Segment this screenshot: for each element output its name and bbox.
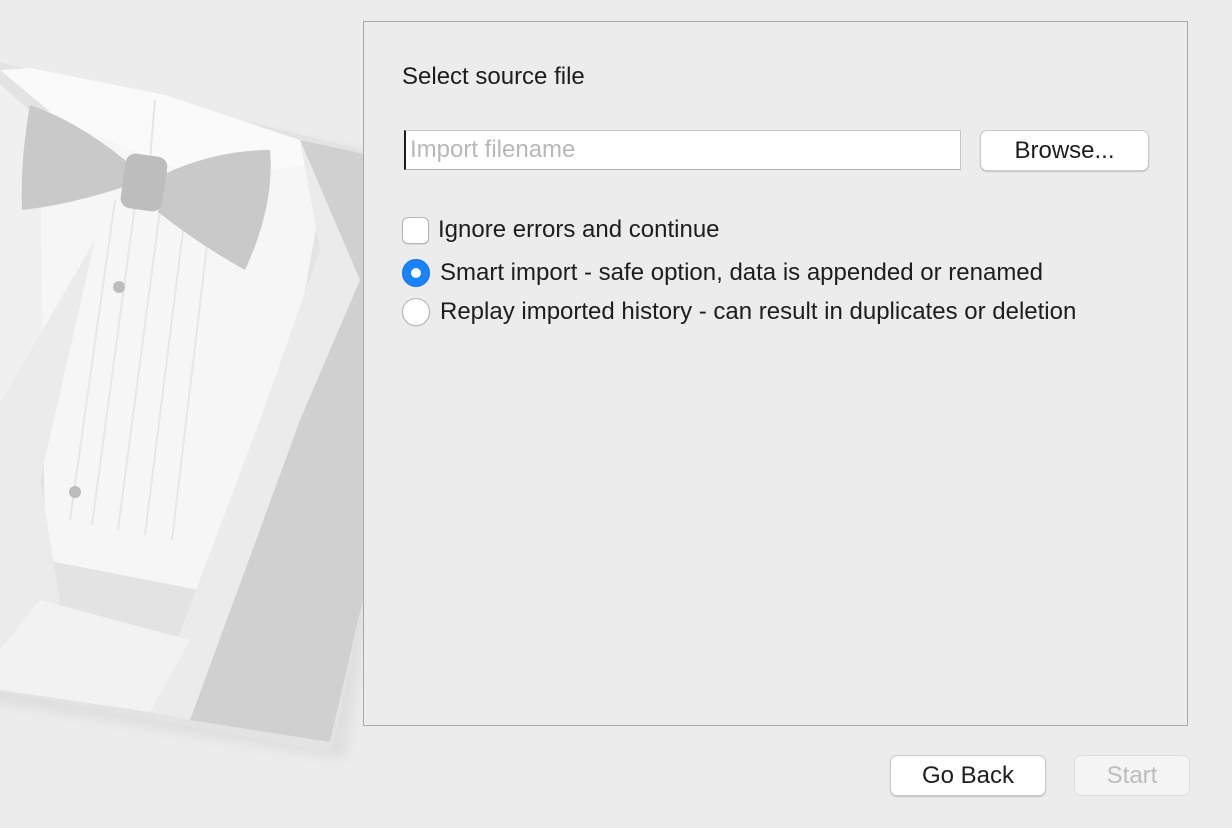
- start-button[interactable]: Start: [1074, 755, 1190, 796]
- ignore-errors-checkbox[interactable]: [402, 216, 429, 244]
- browse-button[interactable]: Browse...: [980, 130, 1149, 171]
- ignore-errors-option[interactable]: Ignore errors and continue: [402, 215, 720, 245]
- replay-history-label: Replay imported history - can result in …: [440, 298, 1077, 325]
- smart-import-radio[interactable]: [402, 259, 430, 287]
- replay-history-option[interactable]: Replay imported history - can result in …: [402, 297, 1152, 327]
- smart-import-label: Smart import - safe option, data is appe…: [440, 259, 1043, 286]
- ignore-errors-label: Ignore errors and continue: [438, 216, 720, 243]
- import-filename-input[interactable]: [404, 130, 961, 170]
- import-window: Select source file Browse... Ignore erro…: [0, 0, 1232, 828]
- section-title: Select source file: [402, 63, 585, 90]
- go-back-button[interactable]: Go Back: [890, 755, 1046, 796]
- replay-history-radio[interactable]: [402, 298, 430, 326]
- smart-import-option[interactable]: Smart import - safe option, data is appe…: [402, 258, 1152, 288]
- import-options-panel: Select source file Browse... Ignore erro…: [363, 21, 1188, 726]
